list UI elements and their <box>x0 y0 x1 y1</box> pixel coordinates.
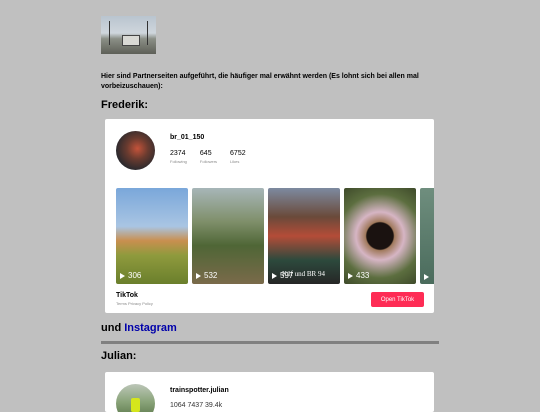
intro-text: Hier sind Partnerseiten aufgeführt, die … <box>101 73 419 90</box>
play-icon <box>120 272 125 279</box>
view-count: 433 <box>348 271 369 280</box>
heading-frederik: Frederik: <box>101 99 149 111</box>
profile-stats: 1064 7437 39.4k <box>170 402 223 409</box>
avatar[interactable] <box>116 131 155 170</box>
avatar-figure <box>131 398 140 412</box>
divider <box>101 341 439 344</box>
play-icon <box>424 274 429 280</box>
play-icon <box>348 272 353 279</box>
terms-privacy-links[interactable]: Terms Privacy Policy <box>116 301 153 306</box>
photo-pole <box>147 21 148 45</box>
video-thumbnail[interactable] <box>420 188 434 284</box>
header-photo <box>101 16 156 54</box>
view-count: 532 <box>196 271 217 280</box>
view-count: 597 <box>272 271 293 280</box>
heading-julian: Julian: <box>101 350 137 362</box>
avatar[interactable] <box>116 384 155 412</box>
stat-following: 2374 Following <box>170 150 187 164</box>
und-text: und <box>101 322 122 334</box>
tiktok-embed-frederik: br_01_150 2374 Following 645 Followers 6… <box>105 119 434 313</box>
video-thumbnail[interactable]: 433 <box>344 188 416 284</box>
stat-label: Following <box>170 159 187 164</box>
instagram-line: und Instagram <box>101 322 177 334</box>
profile-username[interactable]: br_01_150 <box>170 134 204 141</box>
video-thumbnails: 306 532 Köf und BR 94 597 433 <box>116 188 434 284</box>
tiktok-embed-julian: trainspotter.julian 1064 7437 39.4k <box>105 372 434 412</box>
stat-value: 645 <box>199 150 212 157</box>
profile-username[interactable]: trainspotter.julian <box>170 387 229 394</box>
video-thumbnail[interactable]: 306 <box>116 188 188 284</box>
stat-likes: 6752 Likes <box>230 150 246 164</box>
stat-label: Likes <box>230 159 240 164</box>
play-icon <box>272 272 277 279</box>
stat-value: 6752 <box>230 150 246 157</box>
instagram-link[interactable]: Instagram <box>124 322 177 334</box>
stat-label: Followers <box>199 159 218 164</box>
view-count <box>424 274 429 280</box>
stat-value: 2374 <box>170 150 186 157</box>
profile-stats: 2374 Following 645 Followers 6752 Likes <box>170 150 246 164</box>
view-count: 306 <box>120 271 141 280</box>
play-icon <box>196 272 201 279</box>
tiktok-brand: TikTok <box>116 292 138 299</box>
photo-pole <box>109 21 110 45</box>
photo-train <box>122 35 140 46</box>
open-tiktok-button[interactable]: Open TikTok <box>371 292 424 307</box>
video-thumbnail[interactable]: 532 <box>192 188 264 284</box>
video-thumbnail[interactable]: Köf und BR 94 597 <box>268 188 340 284</box>
stat-followers: 645 Followers <box>200 150 217 164</box>
